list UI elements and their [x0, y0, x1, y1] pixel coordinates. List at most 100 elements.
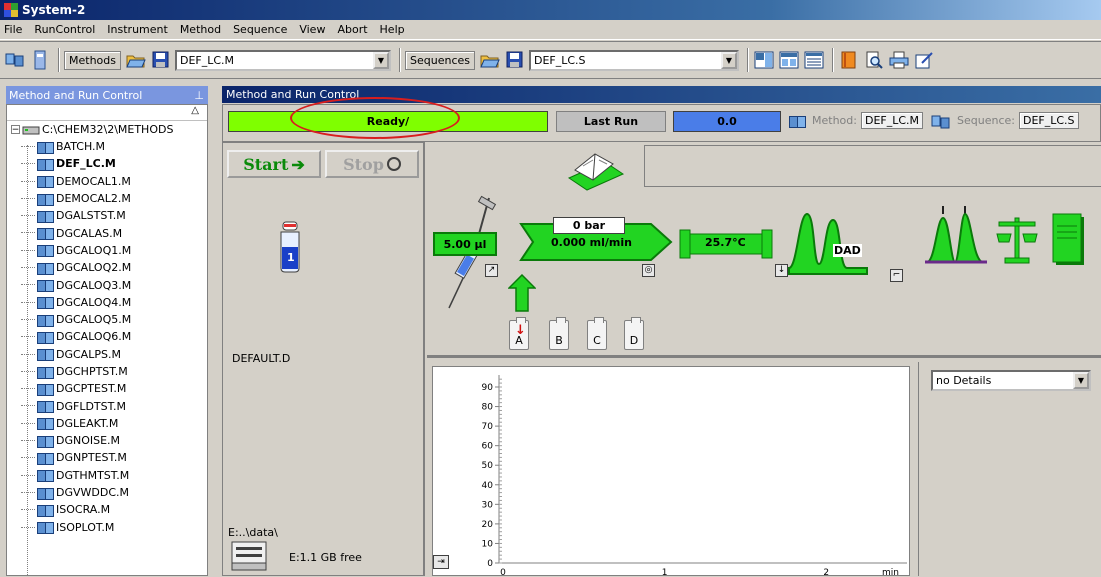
- plot-scale-icon[interactable]: ⇥: [433, 555, 449, 569]
- method-label: Method:: [812, 114, 857, 127]
- tree-item[interactable]: DEMOCAL2.M: [7, 190, 207, 207]
- chevron-down-icon[interactable]: ▼: [721, 51, 737, 69]
- menu-file[interactable]: File: [4, 23, 22, 36]
- menu-method[interactable]: Method: [180, 23, 221, 36]
- report-icon[interactable]: [1051, 212, 1087, 271]
- tree-item-label: DGCALOQ1.M: [56, 243, 132, 257]
- save-method-icon[interactable]: [150, 49, 172, 71]
- menu-sequence[interactable]: Sequence: [233, 23, 287, 36]
- tree-item[interactable]: DGCHPTST.M: [7, 363, 207, 380]
- tree-item[interactable]: DGCPTEST.M: [7, 380, 207, 397]
- active-bottle-arrow-icon: ↓: [515, 323, 526, 338]
- method-book-icon: [37, 331, 54, 344]
- injector-volume-box[interactable]: 5.00 µl: [433, 232, 497, 256]
- save-sequence-icon[interactable]: [504, 49, 526, 71]
- menu-view[interactable]: View: [299, 23, 325, 36]
- tree-item-label: DGNOISE.M: [56, 434, 121, 448]
- logbook-icon[interactable]: [838, 49, 860, 71]
- report-layout-icon[interactable]: [803, 49, 825, 71]
- integration-icon[interactable]: [923, 204, 993, 273]
- tree-item[interactable]: DGCALOQ5.M: [7, 311, 207, 328]
- tree-item-label: DEF_LC.M: [56, 157, 116, 171]
- menu-help[interactable]: Help: [380, 23, 405, 36]
- stop-button[interactable]: Stop: [325, 150, 419, 178]
- chevron-down-icon[interactable]: ▼: [373, 51, 389, 69]
- method-info-book-icon[interactable]: [565, 148, 627, 195]
- tree-item[interactable]: DGVWDDC.M: [7, 484, 207, 501]
- injector-expand-icon[interactable]: ↗: [485, 264, 498, 277]
- last-run-value: 0.0: [717, 115, 737, 128]
- tree-item[interactable]: DGTHMTST.M: [7, 467, 207, 484]
- tree-item[interactable]: DGCALAS.M: [7, 224, 207, 241]
- online-plot: 90 80 70 60 50 40 30 20 10 0 0 1 2 min ⇥: [432, 366, 910, 577]
- tree-item-label: DGCALOQ4.M: [56, 295, 132, 309]
- bottle-c[interactable]: C: [587, 317, 607, 350]
- menu-runcontrol[interactable]: RunControl: [34, 23, 95, 36]
- run-control-panel: Start ➔ Stop 1 DEFAULT.D E:..\data\ E:1.…: [222, 142, 425, 576]
- tree-item[interactable]: DGCALOQ6.M: [7, 328, 207, 345]
- tree-item[interactable]: DGCALOQ1.M: [7, 242, 207, 259]
- toolbar-separator: [58, 48, 60, 72]
- tree-item[interactable]: DEMOCAL1.M: [7, 173, 207, 190]
- last-run-label-box: Last Run: [556, 111, 666, 132]
- tree-root[interactable]: − C:\CHEM32\2\METHODS: [7, 121, 207, 138]
- method-book-icon: [37, 383, 54, 396]
- pump-module[interactable]: 0 bar 0.000 ml/min: [519, 214, 673, 270]
- tree-item[interactable]: ISOCRA.M: [7, 501, 207, 518]
- injection-volume: 5.00 µl: [443, 237, 487, 251]
- tree-item[interactable]: ISOPLOT.M: [7, 519, 207, 536]
- last-run-label: Last Run: [583, 115, 639, 128]
- collapse-icon[interactable]: −: [11, 125, 20, 135]
- bottle-b[interactable]: B: [549, 317, 569, 350]
- start-button[interactable]: Start ➔: [227, 150, 321, 178]
- sequences-label[interactable]: Sequences: [405, 50, 475, 70]
- dad-detector-module[interactable]: DAD: [787, 210, 871, 276]
- bottle-d[interactable]: D: [624, 317, 644, 350]
- column-module[interactable]: 25.7°C: [679, 228, 773, 260]
- y-tick-label: 50: [482, 461, 494, 471]
- tree-item[interactable]: DGCALPS.M: [7, 346, 207, 363]
- method-book-icon: [37, 279, 54, 293]
- bottle-a[interactable]: ↓ A: [509, 317, 529, 350]
- open-method-icon[interactable]: [125, 49, 147, 71]
- window-title: System-2: [22, 3, 86, 17]
- disk-icon: [231, 541, 267, 574]
- vial-icon[interactable]: 1: [278, 221, 302, 276]
- calibration-scale-icon[interactable]: [995, 214, 1039, 267]
- method-select[interactable]: DEF_LC.M ▼: [175, 49, 391, 71]
- data-analysis-icon[interactable]: [778, 49, 800, 71]
- instrument-icon[interactable]: [29, 49, 51, 71]
- tree-item[interactable]: DGCALOQ2.M: [7, 259, 207, 276]
- edit-report-icon[interactable]: [913, 49, 935, 71]
- pump-status-icon[interactable]: ◎: [642, 264, 655, 277]
- bottle-b-label: B: [555, 334, 563, 347]
- tree-item[interactable]: BATCH.M: [7, 138, 207, 155]
- sort-header[interactable]: △: [7, 105, 207, 121]
- tree-item[interactable]: DGFLDTST.M: [7, 397, 207, 414]
- pin-icon[interactable]: ⊥: [194, 89, 204, 102]
- tree-item-label: DGFLDTST.M: [56, 399, 127, 413]
- view-switch-icon[interactable]: [4, 49, 26, 71]
- print-preview-icon[interactable]: [863, 49, 885, 71]
- detector-status-icon[interactable]: ⌐: [890, 269, 903, 282]
- y-tick-label: 70: [482, 422, 494, 432]
- tree-item[interactable]: DGLEAKT.M: [7, 415, 207, 432]
- tree-item-label: DGNPTEST.M: [56, 451, 127, 465]
- tree-item[interactable]: DGNOISE.M: [7, 432, 207, 449]
- chevron-down-icon[interactable]: ▼: [1073, 372, 1089, 389]
- tree-item[interactable]: DGCALOQ4.M: [7, 294, 207, 311]
- menu-instrument[interactable]: Instrument: [107, 23, 168, 36]
- tree-item[interactable]: DGNPTEST.M: [7, 449, 207, 466]
- details-select[interactable]: no Details ▼: [931, 370, 1091, 391]
- tree-item[interactable]: DGCALOQ3.M: [7, 276, 207, 293]
- methods-label[interactable]: Methods: [64, 50, 121, 70]
- tree-item[interactable]: DEF_LC.M: [7, 155, 207, 172]
- layout-icon[interactable]: [753, 49, 775, 71]
- open-sequence-icon[interactable]: [479, 49, 501, 71]
- sequence-select[interactable]: DEF_LC.S ▼: [529, 49, 739, 71]
- plot-svg: 9080706050403020100 0 1 2 min: [482, 375, 907, 577]
- print-icon[interactable]: [888, 49, 910, 71]
- tree-item[interactable]: DGALSTST.M: [7, 207, 207, 224]
- flow-value: 0.000 ml/min: [551, 236, 632, 249]
- menu-abort[interactable]: Abort: [337, 23, 367, 36]
